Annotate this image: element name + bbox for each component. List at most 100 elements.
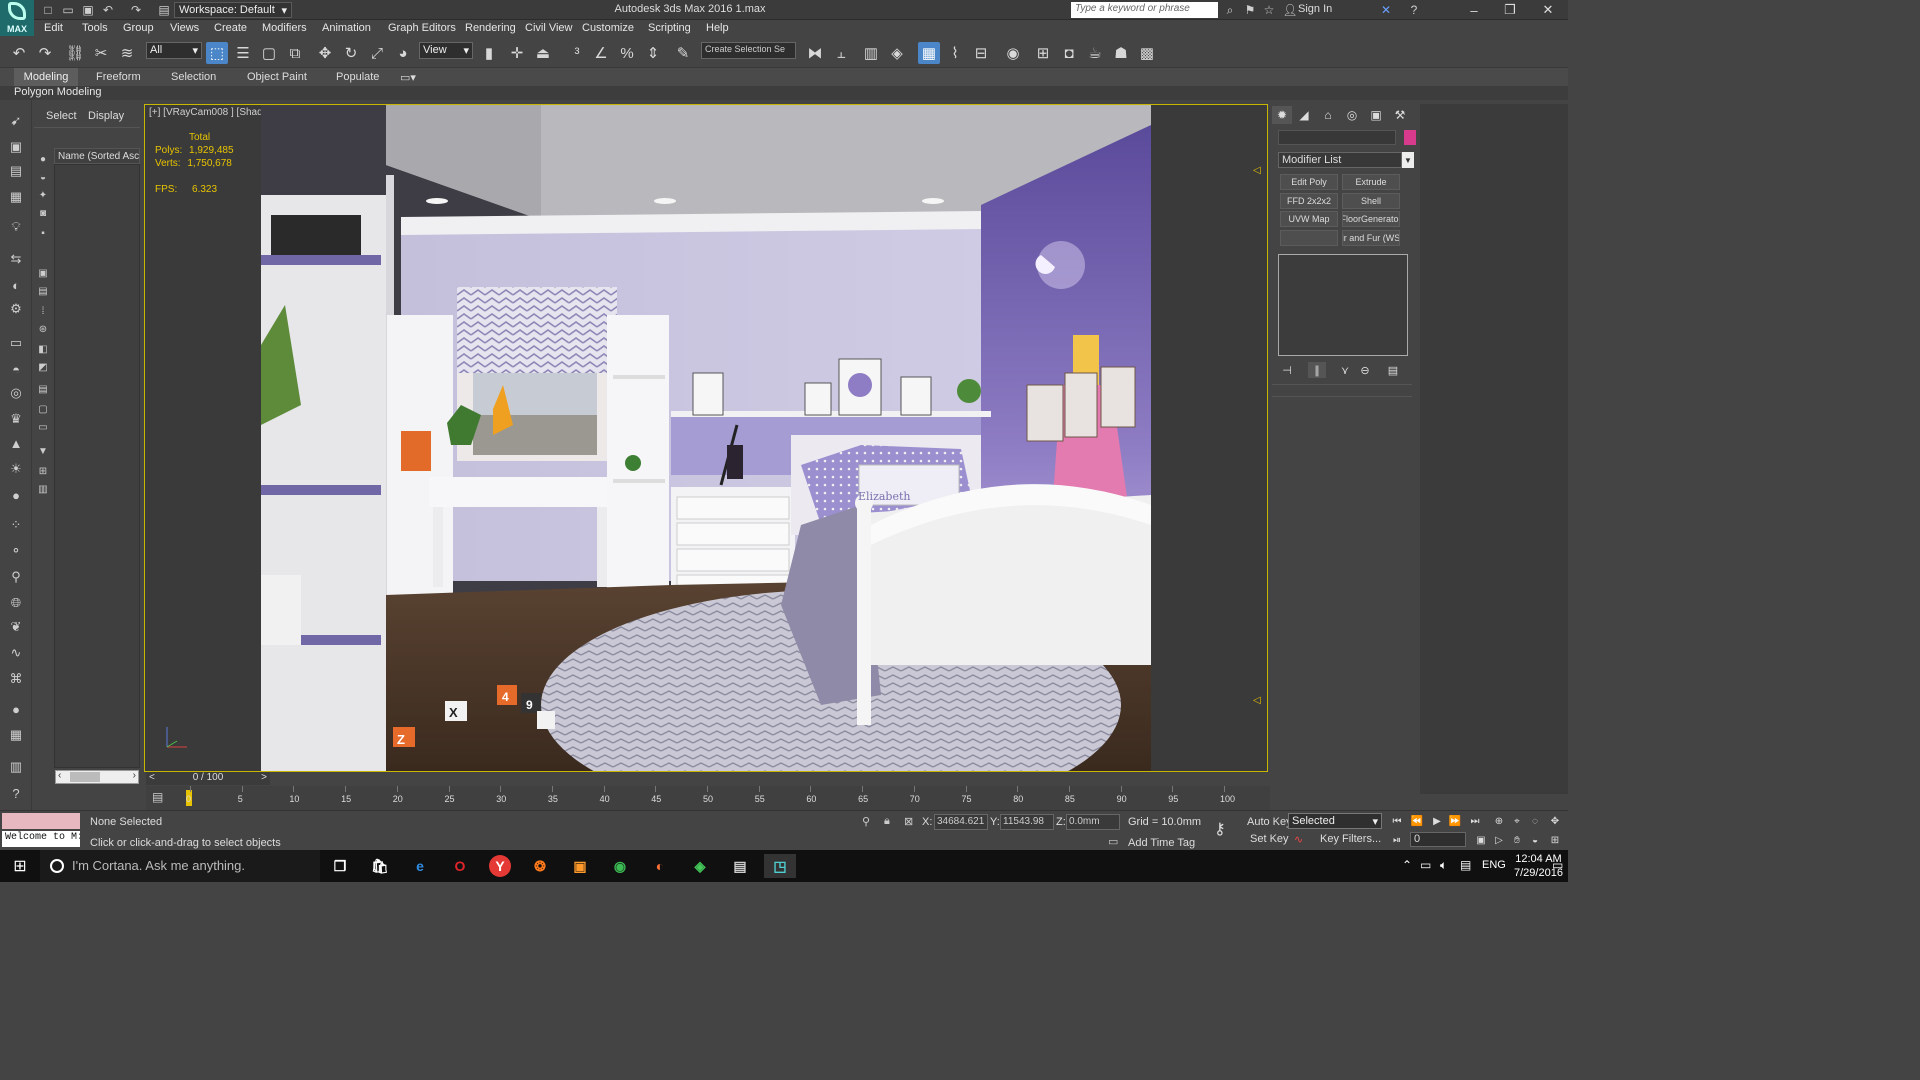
modifier-edit-poly-button[interactable]: Edit Poly <box>1280 174 1338 190</box>
maxscript-mini-listener[interactable]: Welcome to M: <box>2 831 80 847</box>
schematic-view-icon[interactable]: ⊟ <box>970 42 992 64</box>
light-bulb-icon[interactable]: 💡︎ <box>5 218 27 236</box>
menu-modifiers[interactable]: Modifiers <box>262 22 307 34</box>
manage-layers-icon[interactable]: ◈ <box>886 42 908 64</box>
select-tool-icon[interactable]: ➹ <box>5 112 27 130</box>
percent-snap-icon[interactable]: % <box>616 42 638 64</box>
reference-coordinate-dropdown[interactable]: View ▾ <box>419 42 473 59</box>
crown-icon[interactable]: ♛ <box>5 410 27 428</box>
menu-create[interactable]: Create <box>214 22 247 34</box>
molecule-icon[interactable]: ⚬ <box>5 542 27 560</box>
activeshade-icon[interactable]: ▩ <box>1136 42 1158 64</box>
rotate-icon[interactable]: ↻ <box>340 42 362 64</box>
play-icon[interactable]: ▶ <box>1428 814 1446 828</box>
auto-key-button[interactable]: Auto Key <box>1247 816 1292 828</box>
globe-icon[interactable]: 🌐︎ <box>5 594 27 612</box>
field-of-view-icon[interactable]: ▷ <box>1490 833 1508 847</box>
scroll-thumb[interactable] <box>70 772 100 782</box>
previous-key-icon[interactable]: ⏪ <box>1408 814 1426 828</box>
app-menu-button[interactable]: MAX <box>0 0 34 36</box>
perspective-viewport[interactable]: [+] [VRayCam008 ] [Shaded] Total Polys: … <box>144 104 1268 772</box>
ribbon-options-icon[interactable]: ▭▾ <box>400 71 416 84</box>
key-filters-button[interactable]: Key Filters... <box>1320 833 1381 845</box>
network-icon[interactable]: ▭ <box>1420 858 1431 872</box>
current-frame-field[interactable]: 0 <box>1410 832 1466 847</box>
mirror-icon[interactable]: ⧓ <box>804 42 826 64</box>
tab-populate[interactable]: Populate <box>336 71 379 83</box>
explorer-column-header[interactable]: Name (Sorted Ascen <box>54 148 140 164</box>
window-crossing-icon[interactable]: ⧉ <box>284 42 306 64</box>
sign-in-button[interactable]: Sign In <box>1298 3 1332 15</box>
key-mode-toggle-icon[interactable]: ⏯ <box>1388 833 1406 847</box>
zoom-extents-icon[interactable]: ⊕ <box>1490 814 1508 828</box>
tab-modeling[interactable]: Modeling <box>14 68 78 86</box>
configure-modifier-sets-icon[interactable]: ▤ <box>1384 362 1402 378</box>
absolute-mode-icon[interactable]: ⊠ <box>904 815 913 828</box>
restore-icon[interactable]: ❐ <box>1490 0 1530 20</box>
menu-tools[interactable]: Tools <box>82 22 108 34</box>
show-end-result-icon[interactable]: ∥ <box>1308 362 1326 378</box>
menu-views[interactable]: Views <box>170 22 199 34</box>
menu-animation[interactable]: Animation <box>322 22 371 34</box>
explorer-tab-select[interactable]: Select <box>46 110 77 122</box>
workspace-selector[interactable]: Workspace: Default ▾ <box>174 2 292 18</box>
pivot-center-icon[interactable]: ▮ <box>478 42 500 64</box>
vray-icon[interactable]: ⌘ <box>5 670 27 688</box>
explorer-horizontal-scrollbar[interactable]: ‹ › <box>55 770 139 784</box>
angle-snap-icon[interactable]: ∠ <box>590 42 612 64</box>
snaps-toggle-icon[interactable]: ³ <box>566 42 588 64</box>
maximize-viewport-icon[interactable]: ⊞ <box>1546 833 1564 847</box>
create-panel-icon[interactable]: ✹ <box>1272 106 1292 124</box>
tab-selection[interactable]: Selection <box>171 71 216 83</box>
walk-through-icon[interactable]: ◒ <box>1526 833 1544 847</box>
time-slider-frame-counter[interactable]: <0 / 100 > <box>146 772 270 785</box>
place-icon[interactable]: ◕ <box>392 42 414 64</box>
file-explorer-icon[interactable]: ▤ <box>724 854 756 878</box>
task-view-icon[interactable]: ❐ <box>324 854 356 878</box>
modify-panel-icon[interactable]: ◢ <box>1294 106 1314 124</box>
display-containers-icon[interactable]: ◧ <box>36 342 50 356</box>
unlink-icon[interactable]: ✂ <box>90 42 112 64</box>
selection-filter-dropdown[interactable]: All ▾ <box>146 42 202 59</box>
time-config-icon[interactable]: ▣ <box>1472 833 1490 847</box>
camera-icon[interactable]: ⚲ <box>5 568 27 586</box>
material-editor-icon[interactable]: ◉ <box>1002 42 1024 64</box>
menu-customize[interactable]: Customize <box>582 22 634 34</box>
tray-chevron-up-icon[interactable]: ⌃ <box>1402 858 1412 872</box>
list-tool-icon[interactable]: ▤ <box>5 162 27 180</box>
select-object-icon[interactable]: ⬚ <box>206 42 228 64</box>
menu-scripting[interactable]: Scripting <box>648 22 691 34</box>
render-iterative-icon[interactable]: ☗ <box>1110 42 1132 64</box>
next-frame-icon[interactable]: > <box>261 772 270 783</box>
project-folder-icon[interactable]: ▤ <box>156 2 172 18</box>
firefox-browser-icon[interactable]: ◐ <box>644 854 676 878</box>
modifier-uvw-map-button[interactable]: UVW Map <box>1280 211 1338 227</box>
display-shapes-icon[interactable]: ◒ <box>36 170 50 184</box>
calculator-icon[interactable]: ▦ <box>5 726 27 744</box>
select-manipulate-icon[interactable]: ✛ <box>506 42 528 64</box>
media-app-icon[interactable]: ❂ <box>524 854 556 878</box>
undo-icon[interactable]: ↶ <box>8 42 30 64</box>
sphere-sweep-icon[interactable]: ◐ <box>5 276 27 294</box>
filter-icon[interactable]: ▼ <box>36 444 50 458</box>
exchange-apps-icon[interactable]: ✕ <box>1378 2 1394 18</box>
next-key-icon[interactable]: ⏩ <box>1446 814 1464 828</box>
utilities-panel-icon[interactable]: ⚒ <box>1390 106 1410 124</box>
particle-icon[interactable]: ⁘ <box>5 516 27 534</box>
menu-edit[interactable]: Edit <box>44 22 63 34</box>
remove-modifier-icon[interactable]: ⊖ <box>1356 362 1374 378</box>
notifications-icon[interactable]: ▭ <box>1552 858 1563 872</box>
modifier-list-dropdown[interactable]: Modifier List <box>1278 152 1402 168</box>
3ds-max-taskbar-icon[interactable]: ◳ <box>764 854 796 878</box>
binoculars-icon[interactable]: ⌕ <box>1222 2 1238 18</box>
isolate-selection-icon[interactable]: ⚲ <box>862 815 870 828</box>
menu-help[interactable]: Help <box>706 22 729 34</box>
motion-panel-icon[interactable]: ◎ <box>1342 106 1362 124</box>
help-icon[interactable]: ? <box>5 784 27 802</box>
previous-frame-icon[interactable]: < <box>146 772 155 783</box>
pin-stack-icon[interactable]: ⊣ <box>1278 362 1296 378</box>
close-icon[interactable]: ✕ <box>1528 0 1568 20</box>
tab-object-paint[interactable]: Object Paint <box>247 71 307 83</box>
cone-icon[interactable]: ▲ <box>5 434 27 452</box>
photo-app-icon[interactable]: ▣ <box>564 854 596 878</box>
